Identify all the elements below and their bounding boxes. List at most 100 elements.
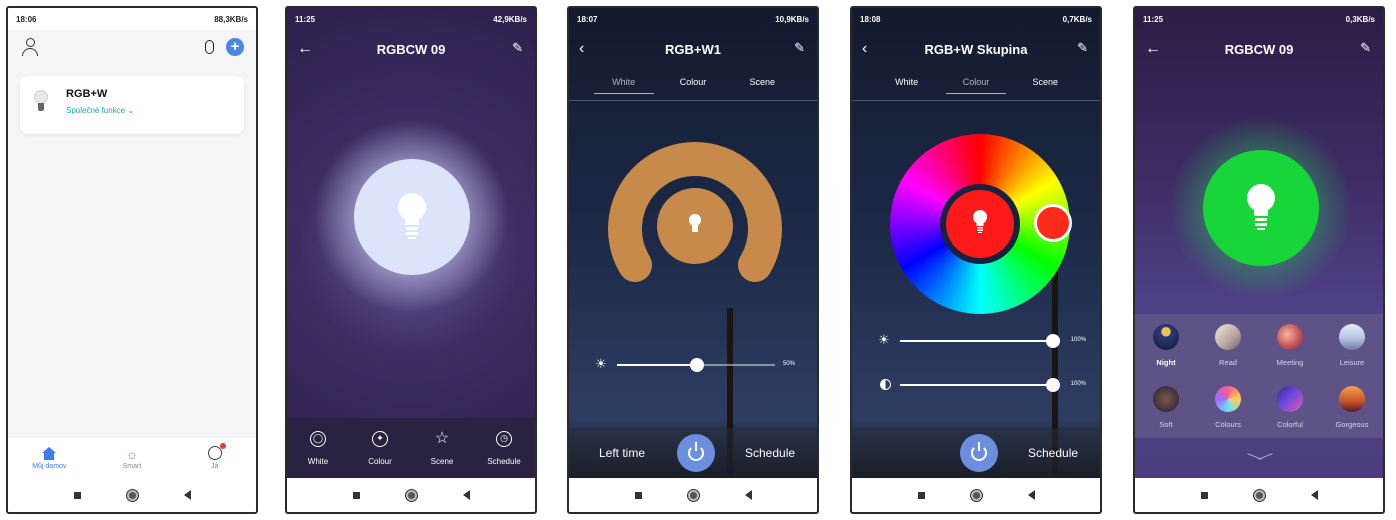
sun-icon: ☀ xyxy=(878,332,890,347)
scene-leisure[interactable]: Leisure xyxy=(1321,314,1383,376)
scene-label: Meeting xyxy=(1276,357,1304,367)
schedule-button[interactable]: ◷ Schedule xyxy=(474,430,534,466)
system-nav-bar xyxy=(287,478,535,512)
schedule-label[interactable]: Schedule xyxy=(745,446,795,460)
colours-scene-thumbnail xyxy=(1215,385,1241,412)
color-wheel[interactable] xyxy=(890,134,1072,314)
slider-thumb[interactable] xyxy=(1046,334,1060,348)
tab-scene[interactable]: Scene xyxy=(1015,77,1075,93)
tab-smart-label: Smart xyxy=(122,463,142,470)
tab-divider xyxy=(569,100,817,101)
control-bar: Schedule xyxy=(852,428,1100,478)
left-time-label[interactable]: Left time xyxy=(599,446,645,460)
home-nav-icon[interactable] xyxy=(1253,489,1265,501)
tab-scene[interactable]: Scene xyxy=(732,77,792,93)
power-button[interactable] xyxy=(677,434,715,472)
power-button[interactable] xyxy=(960,434,998,472)
back-nav-icon[interactable] xyxy=(1310,490,1318,500)
color-picker-handle[interactable] xyxy=(1034,204,1072,242)
control-bar: Left time Schedule xyxy=(569,428,817,478)
contrast-slider[interactable]: 100% xyxy=(878,378,1086,392)
leisure-scene-thumbnail xyxy=(1339,323,1365,350)
bulb-toggle[interactable] xyxy=(354,159,470,275)
night-scene-thumbnail xyxy=(1153,323,1179,350)
top-bar: ← RGBCW 09 ✎ xyxy=(287,34,535,64)
colour-mode-button[interactable]: ✦ Colour xyxy=(350,430,410,466)
back-nav-icon[interactable] xyxy=(744,490,752,500)
microphone-icon[interactable] xyxy=(205,40,214,54)
chevron-down-icon[interactable] xyxy=(1247,452,1273,464)
tab-me[interactable]: Já xyxy=(185,443,245,470)
schedule-label[interactable]: Schedule xyxy=(1028,446,1078,460)
back-nav-icon[interactable] xyxy=(1027,490,1035,500)
tab-white[interactable]: White xyxy=(877,77,937,93)
screen-rgbcw-main: 11:25 42,9KB/s ← RGBCW 09 ✎ ◯ White ✦ Colo… xyxy=(285,6,537,514)
bottom-tab-bar: Můj domov ☼ Smart Já xyxy=(8,438,256,478)
home-nav-icon[interactable] xyxy=(970,489,982,501)
status-time: 18:06 xyxy=(16,14,37,24)
scene-read[interactable]: Read xyxy=(1197,314,1259,376)
sun-icon: ☀ xyxy=(595,356,607,371)
tab-colour[interactable]: Colour xyxy=(663,77,723,93)
top-bar: ← RGBCW 09 ✎ xyxy=(1135,34,1383,64)
color-temperature-ring[interactable] xyxy=(605,140,785,320)
brightness-slider[interactable]: ☀ 50% xyxy=(595,356,795,372)
back-nav-icon[interactable] xyxy=(462,490,470,500)
status-bar: 18:06 88,3KB/s xyxy=(8,8,256,30)
scene-gorgeous[interactable]: Gorgeous xyxy=(1321,376,1383,438)
back-nav-icon[interactable] xyxy=(183,490,191,500)
status-speed: 88,3KB/s xyxy=(214,14,248,24)
tab-smart[interactable]: ☼ Smart xyxy=(102,446,162,470)
home-nav-icon[interactable] xyxy=(687,489,699,501)
status-speed: 10,9KB/s xyxy=(775,14,809,24)
tab-home[interactable]: Můj domov xyxy=(19,446,79,470)
add-device-button[interactable]: + xyxy=(226,38,244,56)
edit-icon[interactable]: ✎ xyxy=(1360,40,1371,56)
scene-label: Leisure xyxy=(1339,357,1365,367)
home-nav-icon[interactable] xyxy=(126,489,138,501)
scene-meeting[interactable]: Meeting xyxy=(1259,314,1321,376)
mode-tabs: White Colour Scene xyxy=(852,72,1100,98)
home-header: + xyxy=(8,34,256,66)
selected-color-preview[interactable] xyxy=(946,190,1014,258)
back-arrow-icon[interactable]: ← xyxy=(1145,40,1161,58)
recents-icon[interactable] xyxy=(634,491,642,499)
power-icon xyxy=(971,442,987,461)
mode-bar: ◯ White ✦ Colour ☆ Scene ◷ Schedule xyxy=(287,418,535,478)
contrast-value: 100% xyxy=(1070,381,1086,387)
tab-white[interactable]: White xyxy=(593,77,654,94)
brightness-value: 50% xyxy=(782,361,795,367)
recents-icon[interactable] xyxy=(352,491,360,499)
status-speed: 42,9KB/s xyxy=(493,14,527,24)
back-chevron-icon[interactable]: ‹ xyxy=(862,40,867,58)
scene-colorful[interactable]: Colorful xyxy=(1259,376,1321,438)
scene-night[interactable]: Night xyxy=(1135,314,1197,376)
back-chevron-icon[interactable]: ‹ xyxy=(579,40,584,58)
slider-thumb[interactable] xyxy=(690,358,704,372)
brightness-value: 100% xyxy=(1070,337,1086,343)
slider-fill xyxy=(900,384,1058,386)
edit-icon[interactable]: ✎ xyxy=(1077,40,1088,56)
white-mode-button[interactable]: ◯ White xyxy=(288,430,348,466)
scene-label: Colorful xyxy=(1277,419,1303,429)
tab-colour[interactable]: Colour xyxy=(945,77,1006,94)
screen-home: 18:06 88,3KB/s + RGB+W Společné funkce ⌄… xyxy=(6,6,258,514)
home-nav-icon[interactable] xyxy=(405,489,417,501)
scene-mode-button[interactable]: ☆ Scene xyxy=(412,430,472,466)
device-function-link[interactable]: Společné funkce ⌄ xyxy=(66,106,134,115)
recents-icon[interactable] xyxy=(1200,491,1208,499)
scene-soft[interactable]: Soft xyxy=(1135,376,1197,438)
brightness-slider[interactable]: ☀ 100% xyxy=(878,332,1086,348)
user-icon[interactable] xyxy=(22,38,38,56)
recents-icon[interactable] xyxy=(73,491,81,499)
edit-icon[interactable]: ✎ xyxy=(512,40,523,56)
edit-icon[interactable]: ✎ xyxy=(794,40,805,56)
scene-colours[interactable]: Colours xyxy=(1197,376,1259,438)
recents-icon[interactable] xyxy=(917,491,925,499)
screen-colour-mode: 18:08 0,7KB/s ‹ RGB+W Skupina ✎ White Co… xyxy=(850,6,1102,514)
page-title: RGBCW 09 xyxy=(1224,41,1294,57)
back-arrow-icon[interactable]: ← xyxy=(297,40,313,58)
slider-thumb[interactable] xyxy=(1046,378,1060,392)
device-card[interactable]: RGB+W Společné funkce ⌄ xyxy=(20,76,244,134)
bulb-toggle[interactable] xyxy=(1203,150,1319,266)
